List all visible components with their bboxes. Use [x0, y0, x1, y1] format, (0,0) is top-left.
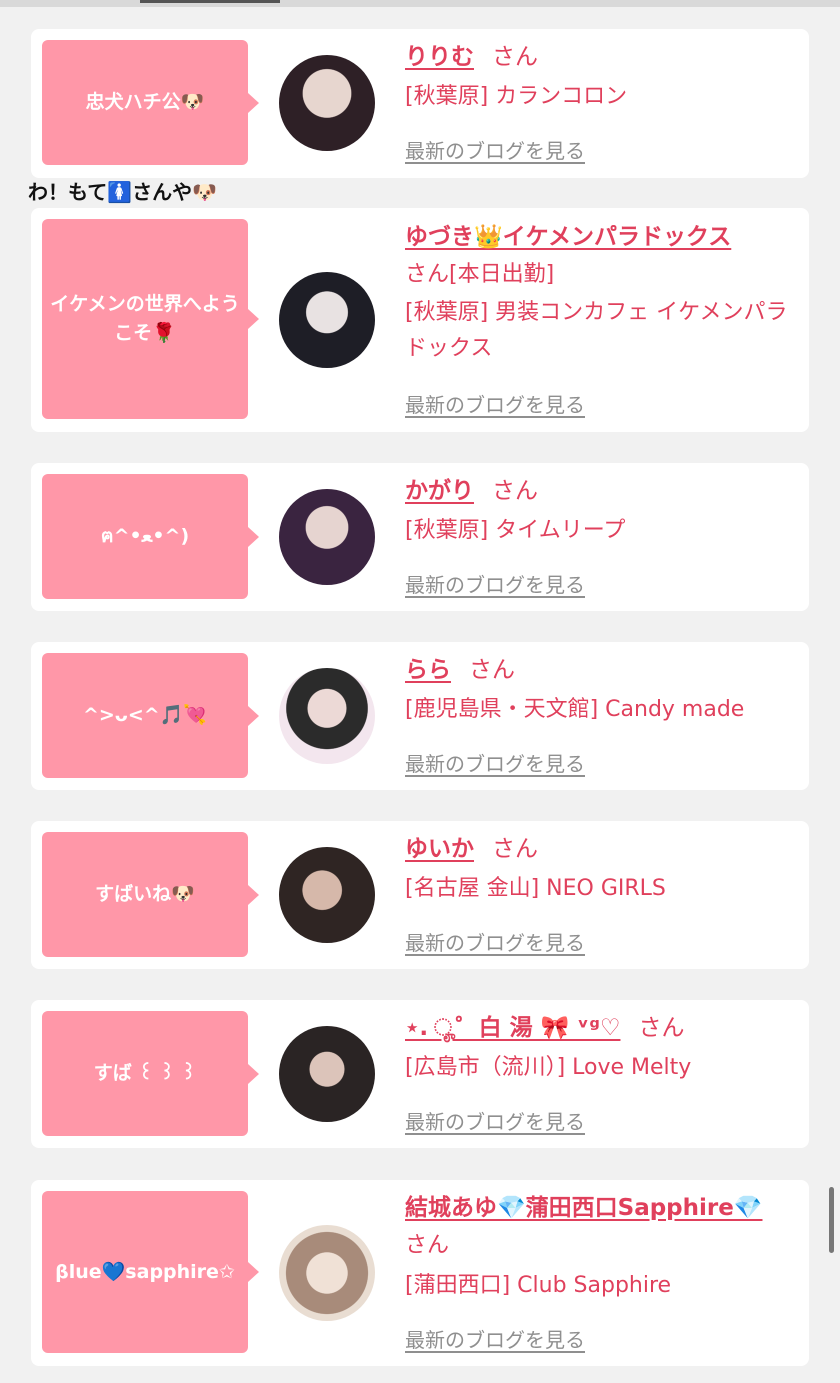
avatar[interactable]: [279, 272, 375, 368]
blog-card: 忠犬ハチ公🐶 りりむ さん [秋葉原] カランコロン 最新のブログを見る: [31, 29, 809, 178]
latest-blog-link[interactable]: 最新のブログを見る: [405, 927, 585, 956]
card-info: ゆいか さん [名古屋 金山] NEO GIRLS 最新のブログを見る: [405, 831, 795, 955]
comment-bubble: すば ꒰ ꒱ ꒱: [42, 1011, 259, 1136]
name-line: 結城あゆ💎蒲田西口Sapphire💎: [405, 1190, 795, 1226]
latest-blog-link[interactable]: 最新のブログを見る: [405, 1106, 585, 1135]
comment-text: 忠犬ハチ公🐶: [85, 91, 205, 113]
avatar[interactable]: [279, 489, 375, 585]
shop-label: [蒲田西口] Club Sapphire: [405, 1273, 672, 1298]
comment-bubble: ^>ᴗ<^🎵💘: [42, 653, 259, 778]
comment-bubble: すばいね🐶: [42, 832, 259, 957]
comment-bubble: 忠犬ハチ公🐶: [42, 40, 259, 165]
san-suffix: さん: [492, 478, 538, 504]
shop-label: [秋葉原] 男装コンカフェ イケメンパラドックス: [405, 300, 788, 361]
shop-label: [鹿児島県・天文館] Candy made: [405, 697, 745, 722]
girl-name-link[interactable]: らら: [405, 657, 451, 683]
blog-card: イケメンの世界へようこそ🌹 ゆづき👑イケメンパラドックス さん[本日出勤] [秋…: [31, 208, 809, 432]
avatar[interactable]: [279, 1026, 375, 1122]
girl-name-link[interactable]: ゆいか: [405, 836, 474, 862]
girl-name-link[interactable]: りりむ: [405, 44, 474, 70]
card-info: りりむ さん [秋葉原] カランコロン 最新のブログを見る: [405, 39, 795, 163]
comment-bubble: イケメンの世界へようこそ🌹: [42, 219, 259, 419]
blog-card: ^>ᴗ<^🎵💘 らら さん [鹿児島県・天文館] Candy made 最新のブロ…: [31, 642, 809, 790]
san-suffix: さん[本日出勤]: [405, 262, 555, 287]
name-line: ゆづき👑イケメンパラドックス: [405, 219, 795, 255]
blog-card: すば ꒰ ꒱ ꒱ ⋆. ೄ゜白 湯 🎀 ᵛᵍ♡ さん [広島市（流川）] Love…: [31, 1000, 809, 1148]
comment-text: すば ꒰ ꒱ ꒱: [93, 1062, 197, 1084]
san-suffix: さん: [638, 1015, 685, 1041]
avatar[interactable]: [279, 1225, 375, 1321]
shop-label: [秋葉原] タイムリープ: [405, 518, 626, 543]
latest-blog-link[interactable]: 最新のブログを見る: [405, 748, 585, 777]
card-info: 結城あゆ💎蒲田西口Sapphire💎 さん [蒲田西口] Club Sapphi…: [405, 1190, 795, 1352]
blog-card: すばいね🐶 ゆいか さん [名古屋 金山] NEO GIRLS 最新のブログを見る: [31, 821, 809, 969]
blog-card: ฅ^•ﻌ•^) かがり さん [秋葉原] タイムリープ 最新のブログを見る: [31, 463, 809, 611]
latest-blog-link[interactable]: 最新のブログを見る: [405, 569, 585, 598]
comment-bubble: βlue💙sapphire✩: [42, 1191, 259, 1353]
girl-name-link[interactable]: かがり: [405, 478, 474, 504]
girl-name-link[interactable]: ⋆. ೄ゜白 湯 🎀 ᵛᵍ♡: [405, 1015, 620, 1041]
avatar[interactable]: [279, 847, 375, 943]
latest-blog-link[interactable]: 最新のブログを見る: [405, 135, 585, 164]
card-info: ゆづき👑イケメンパラドックス さん[本日出勤] [秋葉原] 男装コンカフェ イケ…: [405, 219, 795, 417]
shop-label: [広島市（流川）] Love Melty: [405, 1055, 692, 1080]
avatar[interactable]: [279, 668, 375, 764]
blog-card: βlue💙sapphire✩ 結城あゆ💎蒲田西口Sapphire💎 さん [蒲田…: [31, 1180, 809, 1366]
card-info: ⋆. ೄ゜白 湯 🎀 ᵛᵍ♡ さん [広島市（流川）] Love Melty 最新…: [405, 1010, 795, 1134]
comment-text: すばいね🐶: [95, 883, 195, 905]
comment-text: イケメンの世界へようこそ🌹: [50, 293, 240, 344]
scrollbar[interactable]: [829, 1187, 834, 1253]
name-line: りりむ さん: [405, 39, 795, 75]
san-suffix: さん: [405, 1233, 450, 1258]
top-scroll-indicator: [0, 0, 840, 7]
standalone-comment: わ！もて🚺さんや🐶: [28, 180, 218, 204]
comment-bubble: ฅ^•ﻌ•^): [42, 474, 259, 599]
san-suffix: さん: [492, 836, 538, 862]
comment-text: βlue💙sapphire✩: [55, 1260, 235, 1283]
card-info: らら さん [鹿児島県・天文館] Candy made 最新のブログを見る: [405, 652, 795, 776]
san-suffix: さん: [492, 44, 538, 70]
girl-name-link[interactable]: ゆづき👑イケメンパラドックス: [405, 224, 731, 250]
comment-text: ^>ᴗ<^🎵💘: [82, 704, 208, 726]
top-scroll-thumb: [140, 0, 280, 3]
name-line: かがり さん: [405, 473, 795, 509]
shop-label: [秋葉原] カランコロン: [405, 84, 628, 109]
latest-blog-link[interactable]: 最新のブログを見る: [405, 1324, 585, 1353]
san-suffix: さん: [469, 657, 515, 683]
comment-text: ฅ^•ﻌ•^): [100, 525, 190, 547]
name-line: ⋆. ೄ゜白 湯 🎀 ᵛᵍ♡ さん: [405, 1010, 795, 1046]
girl-name-link[interactable]: 結城あゆ💎蒲田西口Sapphire💎: [405, 1195, 763, 1221]
latest-blog-link[interactable]: 最新のブログを見る: [405, 389, 585, 418]
shop-label: [名古屋 金山] NEO GIRLS: [405, 876, 666, 901]
avatar[interactable]: [279, 55, 375, 151]
card-info: かがり さん [秋葉原] タイムリープ 最新のブログを見る: [405, 473, 795, 597]
name-line: らら さん: [405, 652, 795, 688]
name-line: ゆいか さん: [405, 831, 795, 867]
